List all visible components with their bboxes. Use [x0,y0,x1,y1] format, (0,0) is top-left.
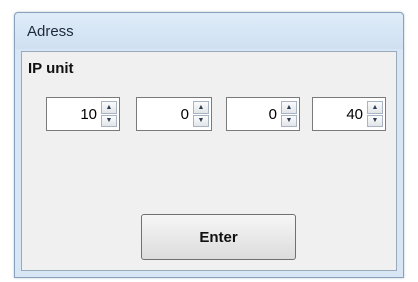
spin-down-icon[interactable]: ▼ [101,114,117,127]
spin-down-icon[interactable]: ▼ [193,114,209,127]
spin-up-icon[interactable]: ▲ [101,101,117,114]
title-bar: Adress [15,13,403,49]
ip-octet-1-stepper[interactable]: ▲ ▼ [46,97,120,131]
spin-up-icon[interactable]: ▲ [367,101,383,114]
spin-up-icon[interactable]: ▲ [193,101,209,114]
window-title: Adress [27,23,74,40]
ip-octet-4-input[interactable] [315,100,365,128]
spin-down-icon[interactable]: ▼ [367,114,383,127]
ip-octet-3-stepper[interactable]: ▲ ▼ [226,97,300,131]
ip-octet-4-stepper[interactable]: ▲ ▼ [312,97,386,131]
ip-octet-2-input[interactable] [139,100,191,128]
ip-octet-2-stepper[interactable]: ▲ ▼ [136,97,212,131]
spin-down-icon[interactable]: ▼ [281,114,297,127]
enter-button[interactable]: Enter [141,214,296,260]
spin-up-icon[interactable]: ▲ [281,101,297,114]
ip-unit-label: IP unit [28,60,74,77]
ip-octet-3-input[interactable] [229,100,279,128]
ip-octet-1-input[interactable] [49,100,99,128]
